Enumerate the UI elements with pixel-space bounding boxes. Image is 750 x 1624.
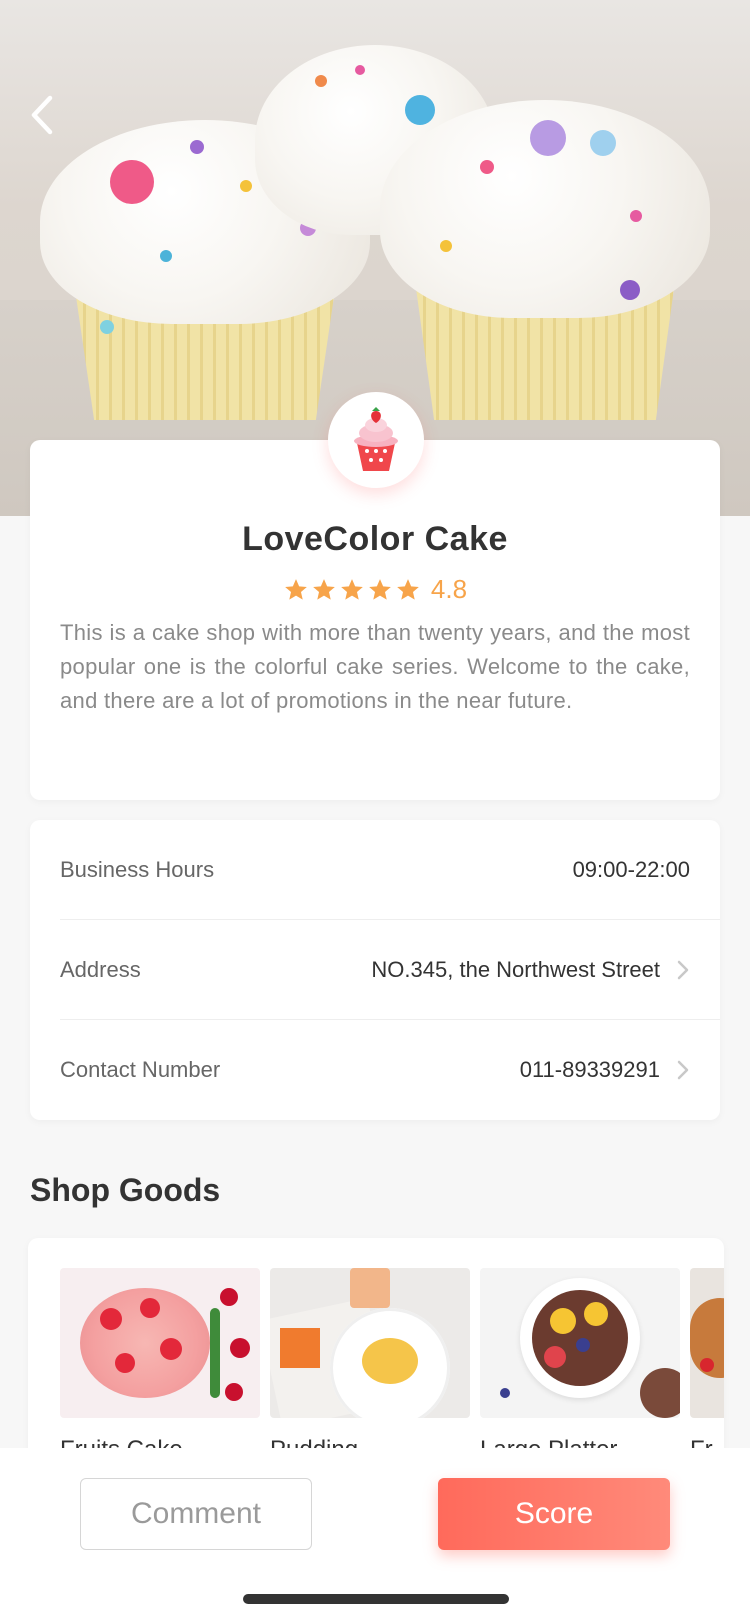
cupcake-icon [354, 407, 398, 471]
goods-item-partial[interactable]: Fr [690, 1268, 724, 1458]
star-icon [285, 578, 307, 600]
goods-item-fruits-cake[interactable]: Fruits Cake [60, 1268, 260, 1458]
rating-value: 4.8 [430, 574, 468, 604]
chevron-right-icon [677, 1060, 689, 1080]
shop-info-card: LoveColor Cake 4.8 This is a cake shop w… [30, 440, 720, 800]
goods-item-pudding[interactable]: Pudding [270, 1268, 470, 1458]
contact-label: Contact Number [60, 1057, 221, 1082]
chevron-left-icon [31, 95, 53, 135]
bottom-action-bar: Comment Score [0, 1448, 750, 1624]
star-icon [313, 578, 335, 600]
shop-goods-title: Shop Goods [30, 1172, 221, 1208]
star-icon [369, 578, 391, 600]
address-label: Address [60, 957, 141, 982]
address-value: NO.345, the Northwest Street [371, 957, 660, 982]
pudding-image [270, 1268, 470, 1418]
business-hours-label: Business Hours [60, 857, 215, 882]
fruits-cake-image [60, 1268, 260, 1418]
score-button[interactable]: Score [438, 1478, 670, 1550]
comment-button[interactable]: Comment [80, 1478, 312, 1550]
goods-carousel[interactable]: Fruits Cake Pudding Large Platter Fr [28, 1238, 724, 1458]
business-hours-value: 09:00-22:00 [572, 857, 690, 882]
shop-description: This is a cake shop with more than twent… [60, 620, 690, 713]
back-button[interactable] [24, 92, 64, 138]
shop-details-card: Business Hours 09:00-22:00 Address NO.34… [30, 820, 720, 1120]
goods-item-large-platter[interactable]: Large Platter [480, 1268, 680, 1458]
shop-rating: 4.8 [30, 574, 720, 605]
chevron-right-icon [677, 960, 689, 980]
contact-row[interactable]: Contact Number 011-89339291 [60, 1020, 720, 1120]
home-indicator[interactable] [243, 1594, 509, 1604]
shop-name: LoveColor Cake [242, 520, 508, 558]
goods-item-image [690, 1268, 724, 1418]
star-icon [341, 578, 363, 600]
star-icon [397, 578, 419, 600]
shop-logo [328, 392, 424, 488]
address-row[interactable]: Address NO.345, the Northwest Street [60, 920, 720, 1020]
business-hours-row: Business Hours 09:00-22:00 [60, 820, 720, 920]
large-platter-image [480, 1268, 680, 1418]
cupcake-right [380, 100, 710, 420]
